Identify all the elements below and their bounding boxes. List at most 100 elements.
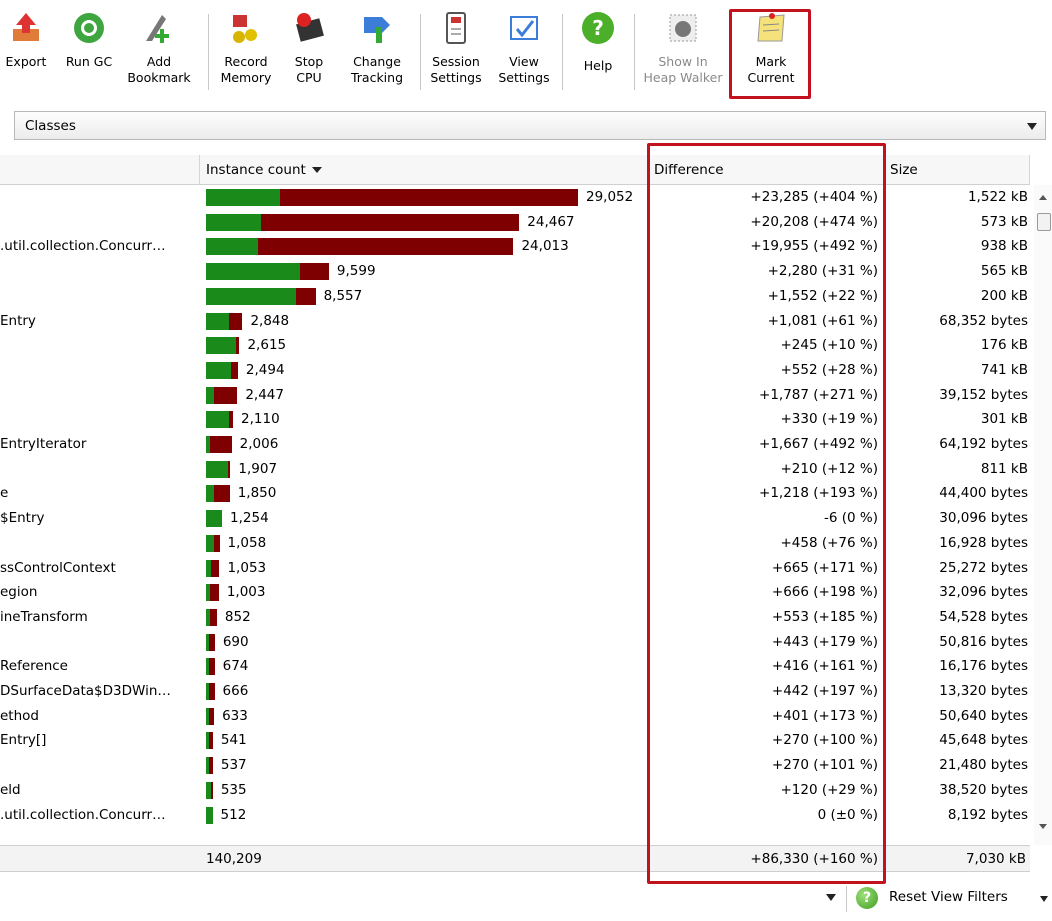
view-selector-value: Classes <box>25 118 76 134</box>
scroll-down-icon[interactable] <box>1039 824 1047 829</box>
view-selector[interactable]: Classes <box>14 111 1046 140</box>
record-memory-icon <box>226 8 266 48</box>
old-instances-bar <box>206 411 229 429</box>
class-name-cell: .util.collection.Concurr… <box>0 238 166 255</box>
instance-count-cell: 535 <box>220 781 247 798</box>
svg-text:?: ? <box>592 16 604 40</box>
instance-count-cell: 1,850 <box>237 485 277 502</box>
toolbar: Export Run GC Add Bookmark Record Memory… <box>0 0 1052 102</box>
new-instances-bar <box>208 707 215 725</box>
instance-count-cell: 1,254 <box>230 510 269 527</box>
instance-count-cell: 24,467 <box>527 213 575 230</box>
old-instances-bar <box>206 534 214 552</box>
stop-cpu-icon <box>289 8 329 48</box>
export-button[interactable]: Export <box>4 8 48 96</box>
old-instances-bar <box>206 806 213 824</box>
new-instances-bar <box>228 312 243 330</box>
class-name-cell: Reference <box>0 658 68 675</box>
size-cell: 38,520 bytes <box>939 781 1028 798</box>
instance-count-cell: 8,557 <box>323 287 363 304</box>
class-name-cell: ineTransform <box>0 608 88 625</box>
class-name-cell: eld <box>0 781 21 798</box>
reset-view-filters-button[interactable]: Reset View Filters <box>889 889 1008 905</box>
scroll-up-icon[interactable] <box>1039 195 1047 200</box>
view-settings-button[interactable]: View Settings <box>494 8 554 96</box>
instance-count-cell: 24,013 <box>521 238 569 255</box>
new-instances-bar <box>214 386 238 404</box>
session-settings-button[interactable]: Session Settings <box>426 8 486 96</box>
old-instances-bar <box>206 263 300 281</box>
instance-count-cell: 690 <box>222 633 249 650</box>
class-name-cell: e <box>0 485 9 502</box>
size-cell: 200 kB <box>980 287 1028 304</box>
new-instances-bar <box>230 361 238 379</box>
class-name-cell: Entry <box>0 312 36 329</box>
total-instance-count: 140,209 <box>206 851 262 867</box>
instance-count-cell: 1,907 <box>238 460 278 477</box>
size-cell: 573 kB <box>980 213 1028 230</box>
new-instances-bar <box>210 584 219 602</box>
class-name-cell: $Entry <box>0 510 45 527</box>
size-cell: 39,152 bytes <box>939 386 1028 403</box>
new-instances-bar <box>257 238 514 256</box>
size-cell: 176 kB <box>980 337 1028 354</box>
stop-cpu-button[interactable]: Stop CPU <box>286 8 332 96</box>
help-button[interactable]: ? Help <box>576 8 620 96</box>
size-cell: 21,480 bytes <box>939 757 1028 774</box>
size-cell: 45,648 bytes <box>939 732 1028 749</box>
export-icon <box>6 8 46 48</box>
class-name-cell: .util.collection.Concurr… <box>0 806 166 823</box>
bottom-bar: ? Reset View Filters <box>0 880 1052 918</box>
instance-count-cell: 2,615 <box>247 337 287 354</box>
old-instances-bar <box>206 312 229 330</box>
size-column-header[interactable]: Size <box>884 155 1030 185</box>
size-cell: 741 kB <box>980 361 1028 378</box>
size-cell: 565 kB <box>980 263 1028 280</box>
new-instances-bar <box>295 287 316 305</box>
old-instances-bar <box>206 213 261 231</box>
chevron-down-icon <box>1027 123 1037 130</box>
instance-count-cell: 633 <box>222 707 248 724</box>
old-instances-bar <box>206 238 258 256</box>
filter-dropdown-icon[interactable] <box>826 894 836 901</box>
run-gc-button[interactable]: Run GC <box>60 8 118 96</box>
heap-walker-icon <box>663 8 703 48</box>
show-in-heap-walker-button[interactable]: Show In Heap Walker <box>644 8 723 96</box>
old-instances-bar <box>206 485 215 503</box>
help-icon: ? <box>578 8 618 48</box>
new-instances-bar <box>236 337 240 355</box>
class-name-column-header[interactable] <box>0 155 200 185</box>
class-name-cell: Entry[] <box>0 732 47 749</box>
instance-count-cell: 2,006 <box>239 436 279 452</box>
toolbar-separator <box>562 14 563 90</box>
sort-descending-icon <box>311 167 322 173</box>
mark-current-highlight <box>729 9 811 99</box>
scrollbar-thumb[interactable] <box>1037 213 1051 231</box>
class-name-cell: EntryIterator <box>0 436 87 452</box>
toolbar-separator <box>420 14 421 90</box>
class-name-cell: ethod <box>0 707 39 724</box>
change-tracking-button[interactable]: Change Tracking <box>346 8 408 96</box>
instance-count-cell: 9,599 <box>336 263 376 280</box>
total-size: 7,030 kB <box>965 851 1026 867</box>
size-cell: 64,192 bytes <box>939 436 1028 452</box>
new-instances-bar <box>279 189 578 206</box>
add-bookmark-button[interactable]: Add Bookmark <box>127 8 191 96</box>
class-name-cell: egion <box>0 584 38 601</box>
record-memory-button[interactable]: Record Memory <box>216 8 276 96</box>
instance-count-cell: 666 <box>222 683 249 699</box>
instance-count-cell: 541 <box>220 732 247 749</box>
new-instances-bar <box>209 658 215 676</box>
instance-count-cell: 1,053 <box>227 559 267 576</box>
instance-count-cell: 2,110 <box>241 411 280 428</box>
class-name-cell: ssControlContext <box>0 559 116 576</box>
instance-count-cell: 852 <box>224 608 251 625</box>
new-instances-bar <box>210 436 232 453</box>
new-instances-bar <box>210 559 220 577</box>
reset-filters-dropdown-icon[interactable] <box>1040 896 1048 902</box>
instance-count-column-header[interactable]: Instance count <box>200 155 648 185</box>
new-instances-bar <box>209 608 217 626</box>
old-instances-bar <box>206 287 296 305</box>
vertical-scrollbar[interactable] <box>1034 185 1052 845</box>
size-cell: 54,528 bytes <box>939 608 1028 625</box>
